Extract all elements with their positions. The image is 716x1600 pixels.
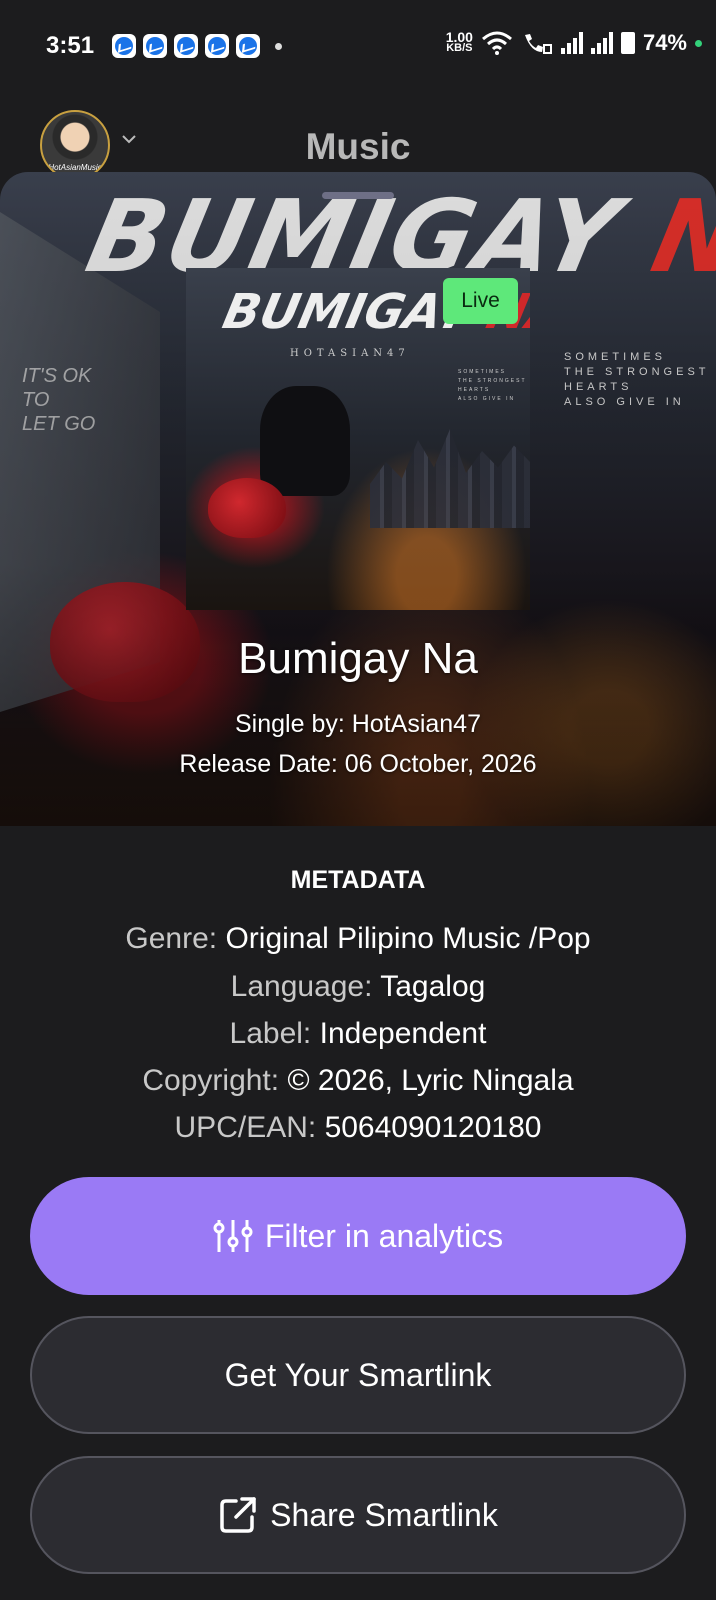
status-badge: Live — [443, 278, 518, 324]
external-link-icon — [220, 1497, 256, 1533]
filter-button-label: Filter in analytics — [264, 1217, 504, 1254]
status-bar: 3:51 1.00 KB/S 74% — [0, 0, 716, 80]
metadata-heading: METADATA — [290, 866, 426, 894]
share-button-label: Share Smartlink — [270, 1496, 498, 1533]
messenger-icon — [143, 34, 167, 58]
signal-icon — [590, 32, 613, 54]
smartlink-button-label: Get Your Smartlink — [224, 1356, 492, 1393]
wifi-call-icon — [524, 34, 552, 54]
battery-percent: 74% — [642, 30, 687, 55]
page-title: Music — [305, 126, 411, 167]
cover-artist: HOTASIAN47 — [290, 348, 410, 359]
status-time: 3:51 — [46, 32, 95, 59]
battery-icon — [620, 32, 635, 54]
status-right: 1.00 KB/S 74% — [446, 30, 702, 56]
metadata-copyright: Copyright: © 2026, Lyric Ningala — [142, 1064, 574, 1097]
metadata-label: Label: Independent — [229, 1017, 487, 1050]
metadata-genre: Genre: Original Pilipino Music /Pop — [125, 922, 591, 955]
get-smartlink-button[interactable]: Get Your Smartlink — [30, 1316, 686, 1434]
more-notifications-dot — [275, 42, 282, 50]
metadata-language: Language: Tagalog — [230, 970, 486, 1003]
messenger-icon — [236, 34, 260, 58]
hero-tagline: SOMETIMES THE STRONGEST HEARTS ALSO GIVE… — [564, 351, 710, 408]
privacy-indicator-dot — [695, 39, 702, 47]
messenger-icon — [205, 34, 229, 58]
share-smartlink-button[interactable]: Share Smartlink — [30, 1456, 686, 1574]
cover-figure — [260, 386, 350, 496]
filter-in-analytics-button[interactable]: Filter in analytics — [30, 1177, 686, 1295]
notification-icons — [112, 34, 282, 58]
network-speed: 1.00 KB/S — [445, 29, 473, 54]
cover-tagline: SOMETIMES THE STRONGEST HEARTS ALSO GIVE… — [458, 369, 527, 402]
artist-line: Single by: HotAsian47 — [235, 710, 481, 738]
cover-city-skyline — [370, 429, 530, 528]
messenger-icon — [112, 34, 136, 58]
sheet-drag-handle[interactable] — [322, 192, 394, 199]
release-date: Release Date: 06 October, 2026 — [179, 750, 537, 778]
wifi-icon — [481, 31, 512, 55]
hero-wall-text: IT'S OK TO LET GO — [22, 365, 96, 435]
sliders-icon — [213, 1220, 253, 1252]
signal-icon — [560, 32, 583, 54]
messenger-icon — [174, 34, 198, 58]
release-hero: BUMIGAY NA IT'S OK TO LET GO SOMETIMES T… — [0, 172, 716, 826]
cover-heart — [208, 478, 286, 538]
song-title: Bumigay Na — [238, 634, 478, 683]
metadata-upc: UPC/EAN: 5064090120180 — [174, 1111, 542, 1144]
